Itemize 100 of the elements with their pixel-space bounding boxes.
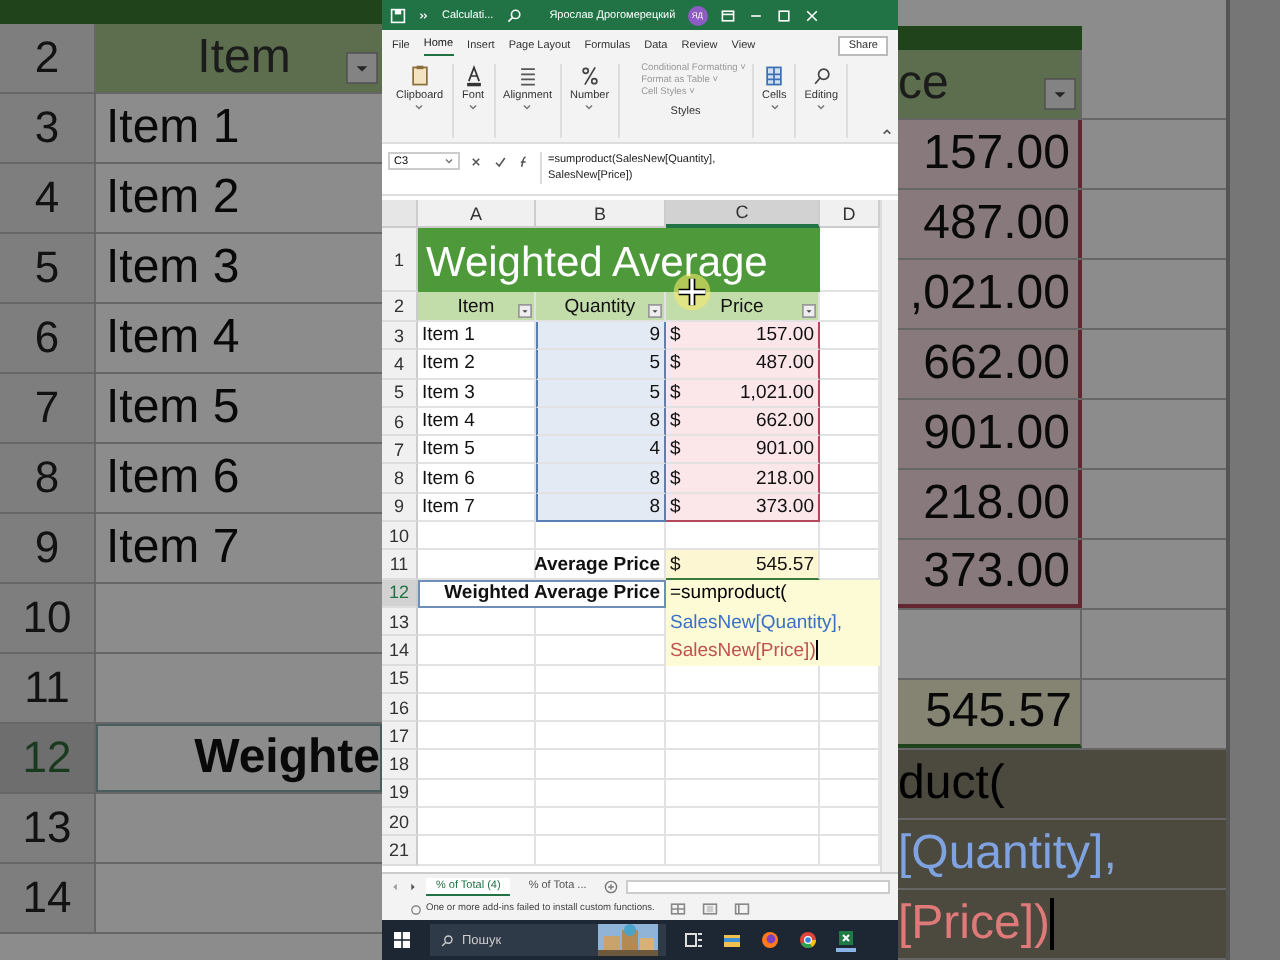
filter-dropdown-icon[interactable]: [346, 52, 378, 84]
enter-icon[interactable]: [492, 154, 508, 170]
row-number[interactable]: 20: [382, 808, 418, 837]
row-number[interactable]: 14: [382, 636, 418, 666]
previous-sheet-icon[interactable]: [390, 881, 400, 891]
close-icon[interactable]: [803, 7, 820, 23]
column-header-text: Item: [457, 295, 495, 317]
row-number[interactable]: 13: [382, 607, 418, 637]
percent-icon[interactable]: [577, 64, 602, 88]
empty-cell[interactable]: [666, 779, 820, 809]
table-cell: Item 7: [106, 520, 240, 576]
collapse-ribbon-icon[interactable]: [882, 128, 892, 136]
row-number[interactable]: 18: [382, 750, 418, 780]
horizontal-scrollbar[interactable]: [626, 879, 890, 893]
column-header[interactable]: B: [536, 200, 666, 228]
table-cell: Item 2: [422, 352, 475, 375]
start-icon[interactable]: [392, 930, 412, 950]
row-number: 2: [0, 24, 96, 92]
empty-cell[interactable]: [536, 836, 666, 866]
row-number[interactable]: 19: [382, 779, 418, 809]
row-number[interactable]: 7: [382, 436, 418, 465]
empty-cell[interactable]: [666, 693, 820, 723]
save-icon[interactable]: [390, 7, 406, 23]
empty-cell[interactable]: [536, 693, 666, 723]
empty-cell[interactable]: [536, 722, 666, 751]
currency-symbol: $: [670, 381, 681, 404]
alignment-icon[interactable]: [515, 64, 540, 88]
cancel-icon[interactable]: [468, 154, 484, 170]
row-number[interactable]: 4: [382, 350, 418, 380]
filter-dropdown-icon[interactable]: [1044, 78, 1076, 110]
row-number[interactable]: 21: [382, 836, 418, 866]
page-break-icon[interactable]: [734, 902, 751, 916]
row-number[interactable]: 2: [382, 292, 418, 322]
column-header[interactable]: C: [666, 200, 820, 228]
row-number[interactable]: 15: [382, 665, 418, 694]
row-number[interactable]: 1: [382, 228, 418, 292]
row-number[interactable]: 6: [382, 407, 418, 437]
caret-icon[interactable]: [769, 104, 780, 110]
ribbon-display-icon[interactable]: [719, 7, 736, 23]
next-sheet-icon[interactable]: [408, 881, 418, 891]
caret-icon[interactable]: [522, 104, 533, 110]
maximize-icon[interactable]: [775, 7, 792, 23]
search-icon[interactable]: [505, 7, 522, 23]
caret-icon[interactable]: [816, 104, 827, 110]
row-number[interactable]: 10: [382, 522, 418, 551]
table-cell: Item 1: [422, 324, 475, 347]
chrome-icon[interactable]: [798, 930, 818, 950]
empty-cell[interactable]: [666, 665, 820, 694]
row-number[interactable]: 8: [382, 464, 418, 494]
row-number[interactable]: 12: [382, 579, 418, 608]
clipboard-icon[interactable]: [407, 64, 432, 88]
formula-text: [Quantity],: [898, 826, 1117, 882]
add-sheet-icon[interactable]: [604, 879, 619, 893]
column-header[interactable]: D: [820, 200, 880, 228]
cell-editor[interactable]: SalesNew[Price]): [666, 636, 880, 666]
row-number[interactable]: 9: [382, 493, 418, 523]
caret-icon[interactable]: [584, 104, 595, 110]
table-cell: 218.00: [923, 476, 1070, 532]
row-number[interactable]: 16: [382, 693, 418, 723]
row-number[interactable]: 5: [382, 379, 418, 408]
caret-icon[interactable]: [468, 104, 479, 110]
font-color-icon[interactable]: [461, 64, 486, 88]
caret-icon[interactable]: [414, 104, 425, 110]
normal-view-icon[interactable]: [670, 902, 687, 916]
empty-cell[interactable]: [536, 750, 666, 780]
row-number: 14: [0, 864, 96, 932]
empty-cell[interactable]: [536, 779, 666, 809]
filter-dropdown-icon[interactable]: [518, 304, 532, 318]
row-number[interactable]: 11: [382, 550, 418, 580]
empty-cell[interactable]: [666, 836, 820, 866]
empty-cell[interactable]: [536, 808, 666, 837]
select-all-corner[interactable]: [382, 200, 418, 228]
task-view-icon[interactable]: [684, 930, 704, 950]
empty-cell[interactable]: [666, 722, 820, 751]
cell-editor[interactable]: =sumproduct(: [666, 579, 880, 608]
table-cell: 901.00: [923, 406, 1070, 462]
table-cell: 373.00: [923, 544, 1070, 600]
folder-icon[interactable]: [722, 930, 742, 950]
row-number[interactable]: 17: [382, 722, 418, 751]
more-commands-icon[interactable]: [418, 7, 430, 23]
column-header[interactable]: A: [418, 200, 536, 228]
filter-dropdown-icon[interactable]: [802, 304, 816, 318]
empty-cell[interactable]: [666, 750, 820, 780]
table-cell: 157.00: [923, 126, 1070, 182]
filter-dropdown-icon[interactable]: [648, 304, 662, 318]
empty-cell[interactable]: [666, 808, 820, 837]
empty-cell[interactable]: [536, 522, 666, 551]
formula-text: SalesNew[Price]): [670, 639, 816, 662]
excel-icon[interactable]: [836, 928, 856, 952]
vertical-scrollbar[interactable]: [880, 200, 898, 872]
row-number[interactable]: 3: [382, 322, 418, 351]
cells-icon[interactable]: [762, 64, 787, 88]
row-number: 9: [0, 514, 96, 582]
cell-editor[interactable]: SalesNew[Quantity],: [666, 607, 880, 637]
label-cell[interactable]: Weighted Average Price: [418, 579, 666, 608]
empty-cell[interactable]: [536, 665, 666, 694]
page-layout-icon[interactable]: [702, 902, 719, 916]
insert-function-icon[interactable]: [516, 154, 532, 170]
search-icon[interactable]: [809, 64, 834, 88]
firefox-icon[interactable]: [760, 930, 780, 950]
